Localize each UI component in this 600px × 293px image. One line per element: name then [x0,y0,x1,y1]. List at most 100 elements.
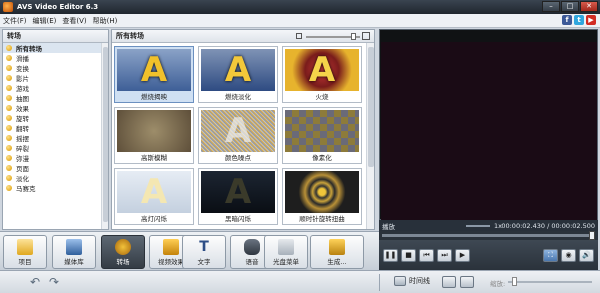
seek-track[interactable] [382,234,592,237]
produce-button[interactable]: 生成... [310,235,364,269]
thumb-size-small-icon[interactable] [296,33,302,39]
zoom-label: 缩放: [490,280,506,288]
seek-bar[interactable] [379,231,598,240]
thumb-size-knob[interactable] [351,33,356,40]
menu-view[interactable]: 查看(V) [59,16,89,26]
twitter-icon[interactable]: t [574,15,584,25]
main-toolbar: 项目 媒体库 转场 视频效果 T 文字 语音 光盘菜单 生成... [0,231,379,270]
projects-button[interactable]: 项目 [3,235,47,269]
timeline-zoom-slider[interactable] [508,281,592,283]
bottom-bar: ↶ ↷ 时间线 缩放: [0,270,600,293]
playback-state: 播放 [382,222,395,231]
transition-tile[interactable]: 高斯模糊 [114,107,194,164]
monitor-icon[interactable] [460,276,474,288]
preview-screen[interactable] [381,42,597,220]
transition-thumbnail: A [117,171,191,213]
window-title: AVS Video Editor 6.3 [17,3,99,11]
title-bar: AVS Video Editor 6.3 – □ ✕ [0,0,600,14]
project-icon [17,239,33,255]
transition-tile[interactable]: A 高灯闪烁 [114,168,194,225]
timeline-toggle[interactable]: 时间线 [394,276,430,286]
transition-thumbnail: A [201,171,275,213]
transition-label: 黑暗闪烁 [225,215,251,223]
transition-thumbnail [117,110,191,152]
transition-tile[interactable]: A 燃烧淡化 [198,46,278,103]
youtube-icon[interactable]: ▶ [586,15,596,25]
transition-grid: A 燃烧揭映 A 燃烧淡化 A 火烧 高斯模糊 A 颜色噪点 像素化 A 高灯闪… [114,46,364,225]
transition-thumbnail: A [201,110,275,152]
scroll-thumb[interactable] [103,47,108,222]
folder-icon [6,65,12,71]
transition-thumbnail: A [285,49,359,91]
category-scrollbar[interactable] [101,43,108,229]
transition-tile[interactable]: A 燃烧揭映 [114,46,194,103]
disc-menu-button[interactable]: 光盘菜单 [264,235,308,269]
category-item[interactable]: 淡化 [3,173,108,183]
preview-panel [379,29,598,220]
step-forward-button[interactable]: ▶ [455,248,470,262]
timeline-label: 时间线 [409,277,430,285]
category-item[interactable]: 旋转 [3,113,108,123]
folder-icon [6,185,12,191]
next-frame-button[interactable]: ⏭ [437,248,452,262]
category-item[interactable]: 马赛克 [3,183,108,193]
snapshot-icon[interactable]: ◉ [561,248,576,262]
scroll-thumb[interactable] [368,47,374,167]
video-effects-icon [163,239,179,255]
menu-bar: 文件(F) 编辑(E) 查看(V) 帮助(H) [0,14,600,28]
menu-file[interactable]: 文件(F) [0,16,30,26]
redo-icon[interactable]: ↷ [49,276,63,288]
minimize-button[interactable]: – [542,1,560,12]
folder-icon [6,175,12,181]
category-item[interactable]: 页面 [3,163,108,173]
social-links: f t ▶ [562,15,596,25]
prev-frame-button[interactable]: ⏮ [419,248,434,262]
transition-thumbnail [285,171,359,213]
transition-tile[interactable]: 像素化 [282,107,362,164]
speed-slider[interactable] [466,224,490,227]
folder-icon [6,165,12,171]
transition-label: 高灯闪烁 [141,215,167,223]
category-item[interactable]: 效果 [3,103,108,113]
media-library-button[interactable]: 媒体库 [52,235,96,269]
category-item[interactable]: 变换 [3,63,108,73]
produce-icon [329,239,345,255]
timeline-zoom-knob[interactable] [512,277,517,286]
category-item[interactable]: 摇摆 [3,133,108,143]
undo-icon[interactable]: ↶ [30,276,44,288]
transition-tile[interactable]: A 火烧 [282,46,362,103]
transition-tile[interactable]: A 颜色噪点 [198,107,278,164]
transition-tile[interactable]: 顺时针旋转扭曲 [282,168,362,225]
seek-knob[interactable] [589,231,595,240]
volume-icon[interactable]: 🔊 [579,248,594,262]
category-item[interactable]: 所有转场 [3,43,108,53]
transition-label: 颜色噪点 [225,154,251,162]
text-button[interactable]: T 文字 [182,235,226,269]
folder-icon [6,105,12,111]
pause-button[interactable]: ❚❚ [383,248,398,262]
close-button[interactable]: ✕ [580,1,598,12]
category-item[interactable]: 影片 [3,73,108,83]
stop-button[interactable]: ■ [401,248,416,262]
transition-tile[interactable]: A 黑暗闪烁 [198,168,278,225]
record-icon[interactable] [442,276,456,288]
category-item[interactable]: 抽图 [3,93,108,103]
fullscreen-icon[interactable]: ⛶ [543,248,558,262]
facebook-icon[interactable]: f [562,15,572,25]
maximize-button[interactable]: □ [561,1,579,12]
menu-help[interactable]: 帮助(H) [90,16,121,26]
thumb-size-large-icon[interactable] [362,32,370,40]
folder-icon [6,115,12,121]
category-item[interactable]: 弥漫 [3,153,108,163]
transition-thumbnail: A [201,49,275,91]
gallery-title: 所有转场 [116,32,144,40]
gallery-scrollbar[interactable] [366,43,374,229]
category-item[interactable]: 碎裂 [3,143,108,153]
transition-label: 像素化 [312,154,332,162]
category-item[interactable]: 翻转 [3,123,108,133]
category-item[interactable]: 游戏 [3,83,108,93]
menu-edit[interactable]: 编辑(E) [30,16,60,26]
transitions-button[interactable]: 转场 [101,235,145,269]
category-item[interactable]: 滑播 [3,53,108,63]
app-logo-icon [3,2,13,12]
